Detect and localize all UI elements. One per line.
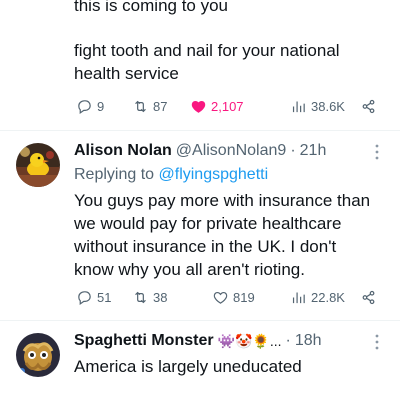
timestamp[interactable]: 21h: [300, 142, 327, 160]
tweet-2-line-3: without insurance in the UK. I don't: [74, 237, 337, 256]
tweet-1-body: this is coming to you fight tooth and na…: [74, 0, 390, 85]
like-icon: [213, 291, 228, 304]
reply-icon: [78, 290, 91, 305]
monster-avatar-icon: [16, 333, 60, 377]
more-icon: [375, 144, 379, 160]
tweet-2-line-4: know why you all aren't rioting.: [74, 260, 305, 279]
reply-count: 9: [97, 98, 105, 114]
retweet-button[interactable]: 87: [132, 96, 167, 116]
author-handle[interactable]: @AlisonNolan9: [176, 142, 287, 160]
divider: [0, 130, 400, 131]
share-icon: [362, 99, 375, 113]
tweet-2-body: You guys pay more with insurance than we…: [74, 189, 390, 281]
tweet-2-header: Alison Nolan @AlisonNolan9 · 21h: [74, 142, 327, 160]
retweet-icon: [135, 291, 146, 303]
views-button[interactable]: 22.8K: [290, 287, 345, 307]
tweet-3-body: America is largely uneducated: [74, 355, 390, 378]
author-emoji-badges: 👾🤡🌻...: [217, 332, 282, 349]
tweet-1-line-1: this is coming to you: [74, 0, 229, 15]
tweet-2-line-1: You guys pay more with insurance than: [74, 191, 371, 210]
retweet-count: 38: [153, 289, 168, 305]
timestamp[interactable]: 18h: [295, 332, 322, 350]
like-button[interactable]: 2,107: [190, 96, 244, 116]
duck-avatar-icon: [16, 143, 60, 187]
like-button[interactable]: 819: [212, 287, 255, 307]
more-button[interactable]: [368, 143, 386, 161]
tweet-2-actions: 51 38 819 22.8K: [76, 287, 376, 307]
reply-count: 51: [97, 289, 112, 305]
views-icon: [292, 292, 305, 303]
tweet-1-line-3: health service: [74, 64, 179, 83]
author-name[interactable]: Alison Nolan: [74, 142, 172, 160]
replying-to: Replying to @flyingspghetti: [74, 166, 268, 184]
like-count: 819: [233, 289, 255, 305]
avatar-alison[interactable]: [16, 143, 60, 187]
divider: [0, 320, 400, 321]
author-name[interactable]: Spaghetti Monster: [74, 332, 214, 350]
views-icon: [292, 101, 305, 112]
retweet-icon: [135, 100, 146, 112]
tweet-3-line-1: America is largely uneducated: [74, 357, 302, 376]
avatar-spaghetti-monster[interactable]: [16, 333, 60, 377]
replying-prefix: Replying to: [74, 166, 155, 183]
tweet-1-actions: 9 87 2,107 38.6K: [76, 96, 376, 116]
share-button[interactable]: [360, 287, 377, 307]
tweet-2-line-2: we would pay for private healthcare: [74, 214, 342, 233]
more-button[interactable]: [368, 333, 386, 351]
retweet-button[interactable]: 38: [132, 287, 167, 307]
views-button[interactable]: 38.6K: [290, 96, 345, 116]
tweet-3-header: Spaghetti Monster 👾🤡🌻... · 18h: [74, 332, 322, 350]
retweet-count: 87: [153, 98, 168, 114]
views-count: 38.6K: [311, 98, 345, 114]
share-icon: [362, 290, 375, 304]
like-count: 2,107: [211, 98, 244, 114]
reply-button[interactable]: 9: [76, 96, 104, 116]
more-icon: [375, 334, 379, 350]
replying-to-link[interactable]: @flyingspghetti: [159, 166, 269, 183]
share-button[interactable]: [360, 96, 377, 116]
tweet-1-line-2: fight tooth and nail for your national: [74, 41, 340, 60]
views-count: 22.8K: [311, 289, 345, 305]
reply-icon: [78, 99, 91, 114]
reply-button[interactable]: 51: [76, 287, 111, 307]
like-icon: [191, 100, 206, 113]
